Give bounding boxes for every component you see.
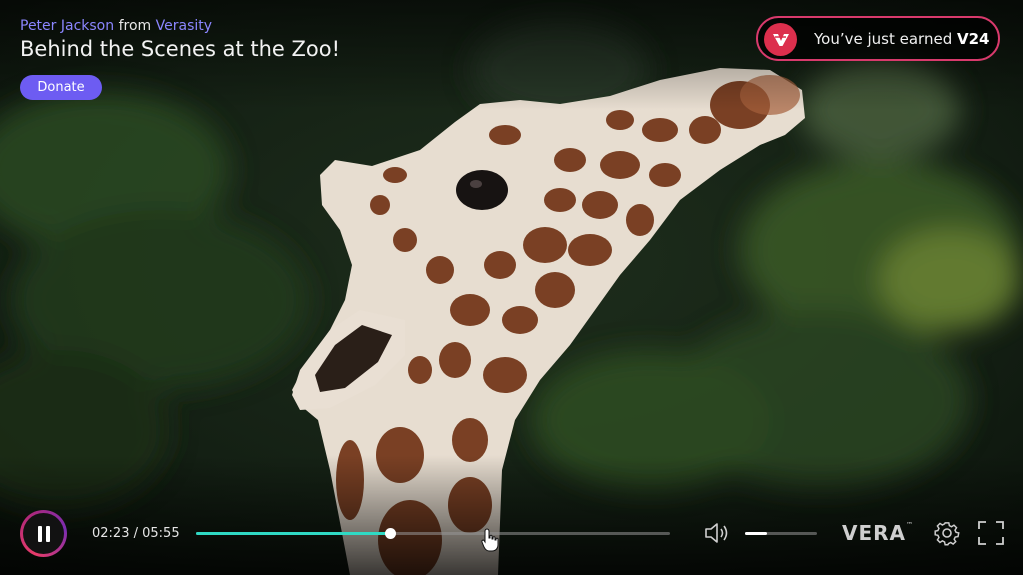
- byline-from-text: from: [118, 18, 152, 34]
- earned-amount: V24: [957, 30, 989, 48]
- earned-message: You’ve just earned: [814, 30, 953, 48]
- current-time: 02:23: [92, 526, 130, 541]
- donate-button[interactable]: Donate: [20, 75, 102, 100]
- seek-handle[interactable]: [385, 528, 397, 539]
- earned-reward-notification: You’ve just earned V24: [756, 16, 1000, 61]
- vera-logo: VERA™: [842, 521, 914, 545]
- video-byline: Peter Jackson from Verasity: [20, 18, 212, 34]
- volume-slider[interactable]: [745, 527, 817, 539]
- channel-link[interactable]: Verasity: [156, 18, 212, 34]
- playback-time: 02:23 / 05:55: [92, 526, 180, 541]
- video-title: Behind the Scenes at the Zoo!: [20, 37, 340, 61]
- earned-amount-value: 24: [968, 30, 990, 48]
- seek-bar-played: [196, 532, 391, 535]
- vera-logo-text: VERA: [842, 521, 907, 545]
- total-duration: 05:55: [142, 526, 180, 541]
- pause-icon: [23, 513, 64, 554]
- bottom-gradient-overlay: [0, 455, 1023, 575]
- author-link[interactable]: Peter Jackson: [20, 18, 114, 34]
- settings-gear-icon[interactable]: [934, 520, 960, 546]
- time-separator: /: [129, 526, 143, 541]
- vera-currency-symbol: V: [957, 30, 969, 48]
- fullscreen-icon[interactable]: [978, 521, 1004, 545]
- earned-text: You’ve just earned V24: [814, 30, 989, 48]
- verasity-v-icon: [764, 23, 797, 56]
- seek-bar[interactable]: [196, 526, 670, 542]
- volume-icon[interactable]: [703, 521, 733, 545]
- hand-pointer-cursor-icon: [481, 528, 499, 552]
- vera-logo-trademark: ™: [906, 521, 915, 529]
- volume-level: [745, 532, 767, 535]
- pause-button[interactable]: [20, 510, 67, 557]
